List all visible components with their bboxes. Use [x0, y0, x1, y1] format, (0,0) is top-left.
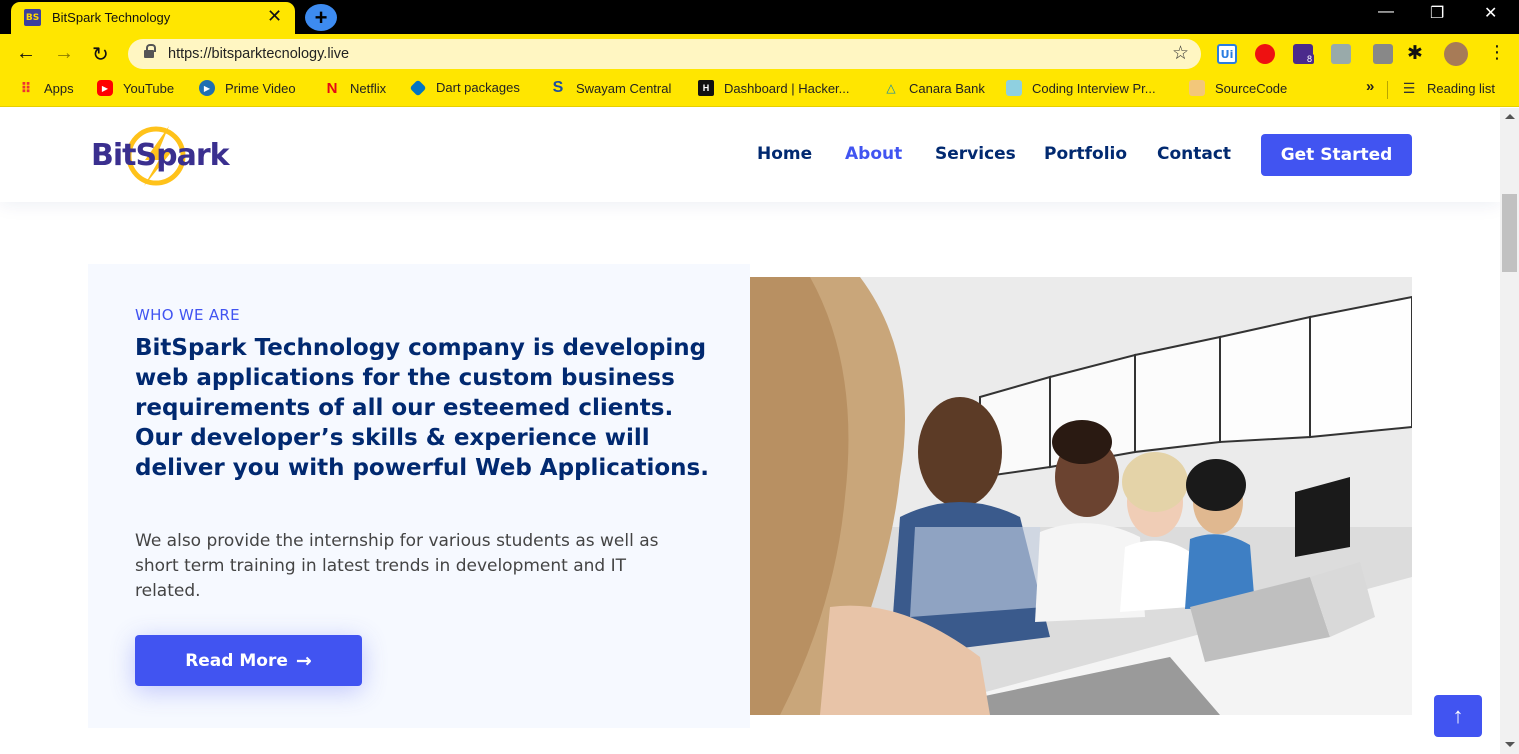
bookmark-label: Coding Interview Pr...	[1032, 80, 1156, 96]
bookmark-canara[interactable]: △ Canara Bank	[883, 80, 985, 96]
netflix-icon: N	[326, 79, 338, 97]
cast-extension-icon[interactable]	[1331, 44, 1351, 64]
arrow-right-icon: →	[295, 649, 312, 672]
read-more-button[interactable]: Read More →	[135, 635, 362, 686]
forward-arrow-icon[interactable]: →	[54, 42, 74, 65]
read-more-label: Read More	[185, 650, 288, 671]
address-bar[interactable]: https://bitsparktecnology.live ☆	[128, 39, 1201, 69]
scroll-down-arrow-icon[interactable]	[1505, 742, 1515, 747]
scroll-up-arrow-icon[interactable]	[1505, 114, 1515, 119]
swayam-icon: S	[552, 79, 564, 96]
page-scrollbar[interactable]	[1500, 108, 1519, 754]
scrollbar-thumb[interactable]	[1502, 194, 1517, 272]
section-eyebrow: WHO WE ARE	[135, 306, 240, 324]
youtube-icon: ▶	[97, 80, 113, 96]
bookmark-label: Prime Video	[225, 80, 296, 96]
bookmark-label: YouTube	[123, 80, 175, 96]
about-content-box: WHO WE ARE BitSpark Technology company i…	[88, 264, 750, 728]
bookmark-label: Netflix	[350, 80, 387, 96]
tab-close-icon[interactable]: ✕	[267, 6, 282, 27]
dart-icon	[409, 79, 427, 96]
bookmark-netflix[interactable]: N Netflix	[324, 79, 387, 97]
pause-extension-icon[interactable]	[1373, 44, 1393, 64]
minimize-icon[interactable]: —	[1378, 3, 1394, 21]
bookmark-apps[interactable]: ⠿ Apps	[18, 80, 74, 96]
browser-tabstrip: BS BitSpark Technology ✕ + — ❐ ✕	[0, 0, 1519, 34]
puzzle-extensions-icon[interactable]: ✱	[1407, 42, 1423, 65]
logo-text: BitSpark	[91, 138, 230, 173]
bookmark-label: Dashboard | Hacker...	[724, 80, 850, 96]
reading-list-icon: ☰	[1402, 79, 1416, 96]
coding-interview-icon	[1006, 80, 1022, 96]
prime-video-icon: ▶	[199, 80, 215, 96]
nav-contact[interactable]: Contact	[1157, 144, 1231, 164]
apps-grid-icon: ⠿	[20, 79, 32, 96]
team-meeting-illustration	[750, 277, 1412, 715]
bookmark-label: Apps	[44, 80, 74, 96]
bookmark-label: SourceCode	[1215, 80, 1288, 96]
bookmark-label: Canara Bank	[909, 80, 985, 96]
sourcecode-icon	[1189, 80, 1205, 96]
bookmark-dart[interactable]: Dart packages	[409, 79, 520, 96]
back-arrow-icon[interactable]: ←	[16, 42, 36, 65]
hackerrank-icon: H	[698, 80, 714, 96]
lock-icon	[144, 44, 156, 59]
bookmark-coding-interview[interactable]: Coding Interview Pr...	[1006, 80, 1156, 96]
arrow-up-icon: ↑	[1452, 703, 1464, 728]
get-started-button[interactable]: Get Started	[1261, 134, 1412, 176]
about-headline: BitSpark Technology company is developin…	[135, 335, 709, 481]
bookmark-hackerrank[interactable]: H Dashboard | Hacker...	[698, 80, 850, 96]
site-favicon-icon: BS	[24, 9, 41, 26]
back-to-top-button[interactable]: ↑	[1434, 695, 1482, 737]
browser-tab[interactable]: BS BitSpark Technology ✕	[11, 2, 295, 34]
bookmark-label: Swayam Central	[576, 80, 672, 96]
restore-icon[interactable]: ❐	[1430, 3, 1444, 23]
reading-list-button[interactable]: ☰ Reading list	[1401, 80, 1495, 96]
bookmark-sourcecode[interactable]: SourceCode	[1189, 80, 1287, 96]
more-bookmarks-chevron-icon[interactable]: »	[1366, 78, 1374, 95]
reading-list-label: Reading list	[1427, 80, 1495, 96]
canara-icon: △	[886, 81, 896, 95]
nav-services[interactable]: Services	[935, 144, 1016, 164]
bookmark-label: Dart packages	[436, 80, 520, 95]
reload-icon[interactable]: ↻	[92, 42, 109, 67]
nav-about[interactable]: About	[845, 144, 902, 164]
site-logo[interactable]: BitSpark	[89, 124, 234, 188]
uipath-extension-icon[interactable]: Ui	[1217, 44, 1237, 64]
new-tab-button[interactable]: +	[305, 4, 337, 31]
tab-title: BitSpark Technology	[52, 10, 171, 25]
bookmarks-divider	[1387, 81, 1388, 99]
site-header: BitSpark Home About Services Portfolio C…	[0, 108, 1500, 202]
profile-avatar[interactable]	[1444, 42, 1468, 66]
nav-portfolio[interactable]: Portfolio	[1044, 144, 1127, 164]
nav-home[interactable]: Home	[757, 144, 812, 164]
bookmark-swayam[interactable]: S Swayam Central	[550, 79, 672, 96]
kebab-menu-icon[interactable]: ⋮	[1488, 42, 1506, 63]
bookmarks-bar: ⠿ Apps ▶ YouTube ▶ Prime Video N Netflix…	[0, 74, 1519, 107]
web-page: BitSpark Home About Services Portfolio C…	[0, 108, 1519, 754]
url-text[interactable]: https://bitsparktecnology.live	[168, 46, 349, 62]
about-paragraph: We also provide the internship for vario…	[135, 531, 659, 601]
team-meeting-photo	[750, 277, 1412, 715]
browser-toolbar: ← → ↻ https://bitsparktecnology.live ☆ U…	[0, 34, 1519, 74]
adblock-extension-icon[interactable]	[1255, 44, 1275, 64]
extension-badge: 8	[1305, 54, 1315, 64]
bookmark-youtube[interactable]: ▶ YouTube	[97, 80, 174, 96]
bookmark-prime-video[interactable]: ▶ Prime Video	[199, 80, 296, 96]
graduation-extension-icon[interactable]: 8	[1293, 44, 1315, 64]
bookmark-star-icon[interactable]: ☆	[1172, 42, 1189, 65]
window-close-icon[interactable]: ✕	[1484, 3, 1497, 23]
